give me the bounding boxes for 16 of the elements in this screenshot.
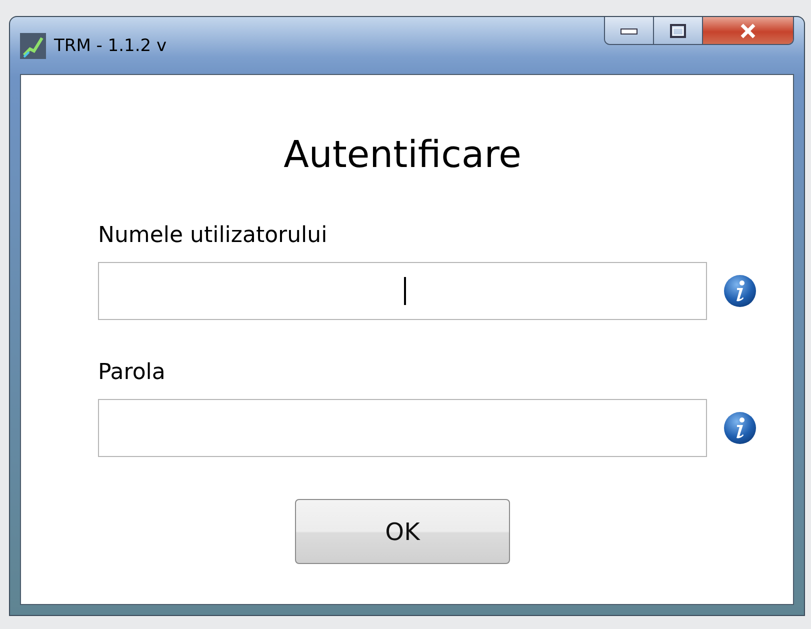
- window-title: TRM - 1.1.2 v: [54, 36, 167, 56]
- close-button[interactable]: [703, 17, 793, 44]
- input-field[interactable]: [98, 399, 707, 457]
- input-field[interactable]: [98, 262, 707, 320]
- minimize-icon: [620, 26, 638, 34]
- info-icon[interactable]: [723, 274, 757, 308]
- field-label: Parola: [98, 360, 166, 385]
- info-icon[interactable]: [723, 411, 757, 445]
- maximize-button[interactable]: [654, 17, 703, 44]
- app-icon: [20, 32, 46, 58]
- field-label: Numele utilizatorului: [98, 223, 328, 248]
- maximize-icon: [669, 22, 687, 38]
- ok-button[interactable]: OK: [295, 499, 510, 564]
- dialog-heading: Autentificare: [282, 133, 522, 176]
- minimize-button[interactable]: [605, 17, 654, 44]
- close-icon: [739, 22, 757, 38]
